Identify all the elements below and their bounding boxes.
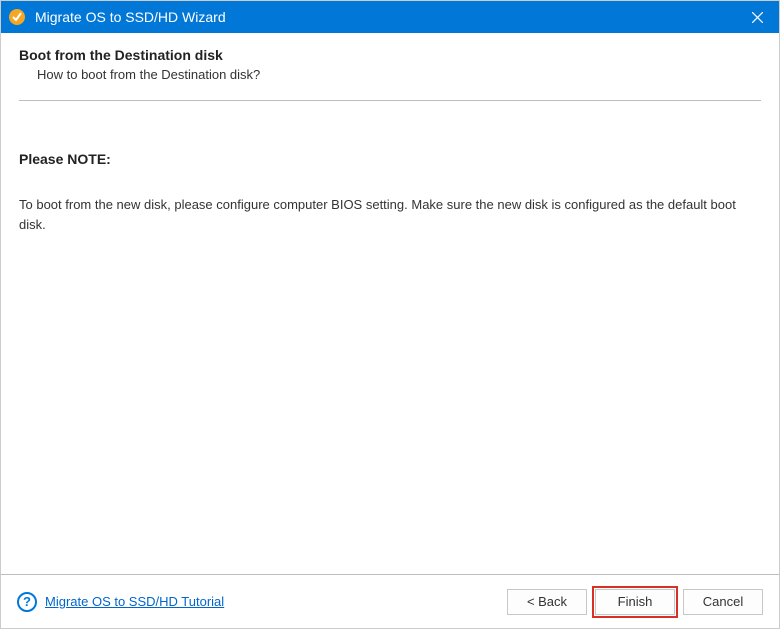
tutorial-link[interactable]: Migrate OS to SSD/HD Tutorial <box>45 594 224 609</box>
close-button[interactable] <box>735 1 779 33</box>
note-title: Please NOTE: <box>19 151 761 167</box>
page-heading: Boot from the Destination disk <box>19 47 761 63</box>
note-section: Please NOTE: To boot from the new disk, … <box>19 151 761 234</box>
button-row: < Back Finish Cancel <box>507 589 763 615</box>
footer: ? Migrate OS to SSD/HD Tutorial < Back F… <box>1 574 779 628</box>
page-subheading: How to boot from the Destination disk? <box>37 67 761 82</box>
app-icon <box>7 7 27 27</box>
window-title: Migrate OS to SSD/HD Wizard <box>35 9 735 25</box>
help-link-container: ? Migrate OS to SSD/HD Tutorial <box>17 592 507 612</box>
content-area: Boot from the Destination disk How to bo… <box>1 33 779 574</box>
finish-button[interactable]: Finish <box>595 589 675 615</box>
divider <box>19 100 761 101</box>
titlebar: Migrate OS to SSD/HD Wizard <box>1 1 779 33</box>
cancel-button[interactable]: Cancel <box>683 589 763 615</box>
close-icon <box>752 12 763 23</box>
back-button[interactable]: < Back <box>507 589 587 615</box>
note-body: To boot from the new disk, please config… <box>19 195 761 234</box>
help-icon: ? <box>17 592 37 612</box>
